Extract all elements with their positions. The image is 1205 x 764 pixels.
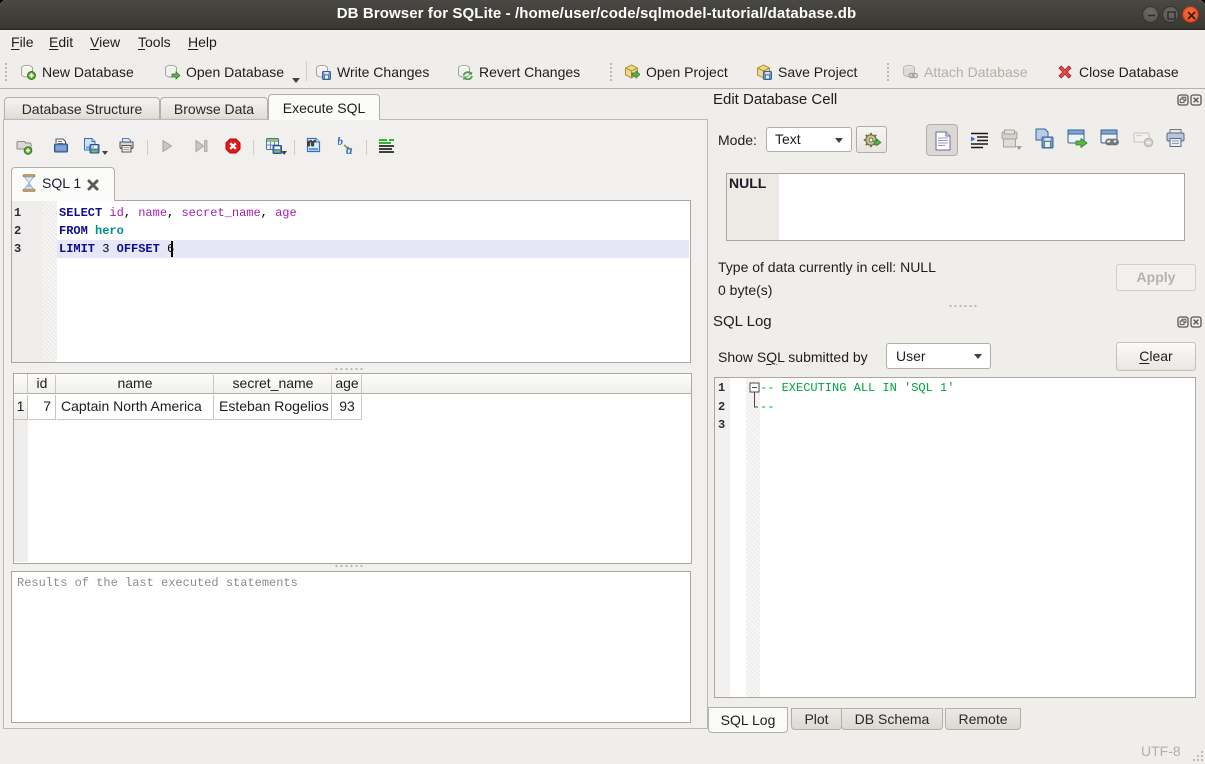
svg-text:b: b — [338, 136, 343, 148]
